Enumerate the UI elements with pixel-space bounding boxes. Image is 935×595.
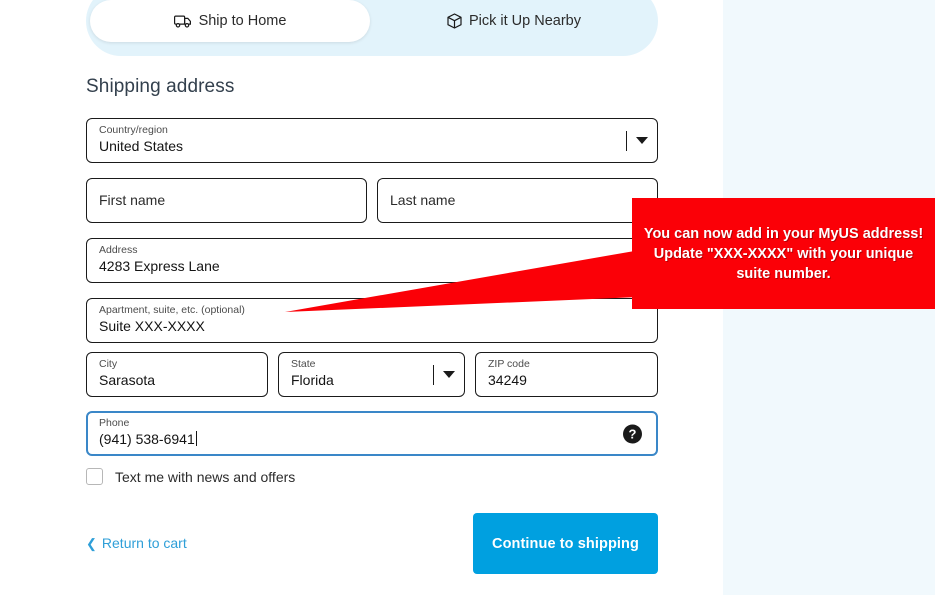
address-input[interactable]: Address 4283 Express Lane	[86, 238, 658, 283]
zip-code-input[interactable]: ZIP code 34249	[475, 352, 658, 397]
city-input[interactable]: City Sarasota	[86, 352, 268, 397]
tab-pick-it-up-nearby-label: Pick it Up Nearby	[468, 13, 581, 29]
apartment-label: Apartment, suite, etc. (optional)	[99, 304, 245, 316]
box-icon	[447, 13, 462, 29]
annotation-callout: You can now add in your MyUS address! Up…	[632, 198, 935, 309]
tab-pick-it-up-nearby[interactable]: Pick it Up Nearby	[374, 0, 654, 42]
apartment-input[interactable]: Apartment, suite, etc. (optional) Suite …	[86, 298, 658, 343]
state-select[interactable]: State Florida	[278, 352, 465, 397]
last-name-placeholder: Last name	[390, 192, 456, 208]
chevron-left-icon: ❮	[86, 535, 97, 551]
checkout-shipping-page: Ship to Home Pick it Up Nearby Shipping …	[0, 0, 935, 595]
page-title: Shipping address	[86, 76, 235, 97]
return-to-cart-link[interactable]: ❮ Return to cart	[86, 535, 187, 551]
first-name-input[interactable]: First name	[86, 178, 367, 223]
truck-icon	[173, 15, 192, 28]
tab-ship-to-home[interactable]: Ship to Home	[90, 0, 370, 42]
marketing-optin-label: Text me with news and offers	[115, 468, 296, 485]
first-name-placeholder: First name	[99, 192, 166, 208]
address-label: Address	[99, 244, 138, 256]
phone-value: (941) 538-6941	[99, 431, 195, 447]
state-label: State	[291, 358, 316, 370]
country-region-value: United States	[99, 138, 184, 154]
address-value: 4283 Express Lane	[99, 258, 220, 274]
continue-to-shipping-button[interactable]: Continue to shipping	[473, 513, 658, 574]
return-to-cart-label: Return to cart	[101, 535, 187, 551]
last-name-input[interactable]: Last name	[377, 178, 658, 223]
text-caret	[195, 431, 197, 446]
delivery-method-toggle: Ship to Home Pick it Up Nearby	[86, 0, 658, 56]
phone-value-wrap: (941) 538-6941	[99, 430, 645, 449]
zip-code-label: ZIP code	[488, 358, 530, 370]
state-value: Florida	[291, 372, 334, 388]
marketing-optin-checkbox[interactable]	[86, 468, 103, 485]
marketing-optin-row[interactable]: Text me with news and offers	[86, 468, 295, 485]
country-region-label: Country/region	[99, 124, 168, 136]
question-mark-icon[interactable]: ?	[623, 424, 642, 443]
zip-code-value: 34249	[488, 372, 527, 388]
phone-label: Phone	[99, 417, 130, 429]
city-label: City	[99, 358, 118, 370]
phone-input[interactable]: Phone (941) 538-6941 ?	[86, 411, 658, 456]
city-value: Sarasota	[99, 372, 156, 388]
apartment-value: Suite XXX-XXXX	[99, 318, 205, 334]
tab-ship-to-home-label: Ship to Home	[198, 13, 287, 29]
country-region-select[interactable]: Country/region United States	[86, 118, 658, 163]
